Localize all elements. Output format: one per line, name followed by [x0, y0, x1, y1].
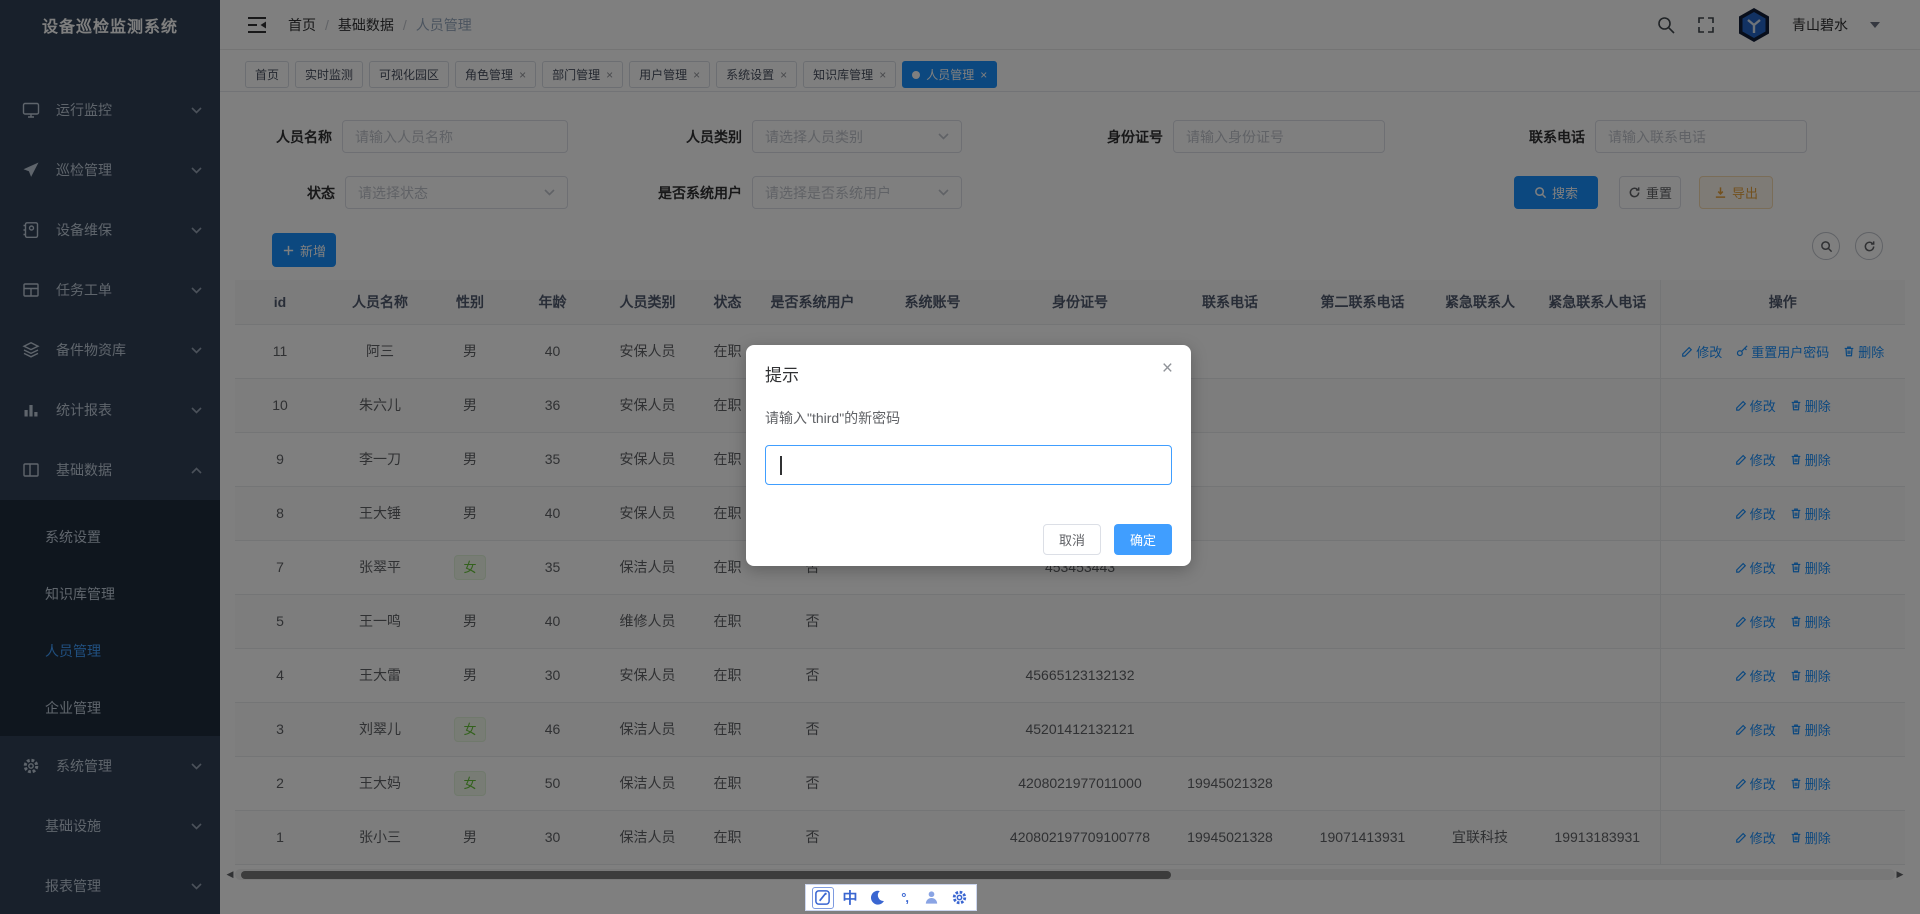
dialog-message: 请输入"third"的新密码 — [765, 408, 1172, 428]
chinese-mode-icon[interactable]: 中 — [839, 887, 861, 909]
ime-logo-icon[interactable] — [812, 887, 834, 909]
halfwidth-moon-icon[interactable] — [866, 887, 888, 909]
ime-settings-icon[interactable] — [948, 887, 970, 909]
dialog-close-icon[interactable]: × — [1162, 359, 1173, 378]
confirm-button[interactable]: 确定 — [1114, 524, 1172, 555]
cancel-button[interactable]: 取消 — [1043, 524, 1101, 555]
screen: 设备巡检监测系统 运行监控巡检管理设备维保任务工单备件物资库统计报表基础数据系统… — [0, 0, 1920, 914]
dialog-title: 提示 — [765, 361, 1172, 386]
user-mode-icon[interactable] — [921, 887, 943, 909]
text-cursor — [780, 456, 782, 475]
ime-toolbar: 中 °, — [805, 884, 977, 911]
reset-password-dialog: 提示 × 请输入"third"的新密码 取消 确定 — [746, 345, 1191, 566]
new-password-input[interactable] — [765, 445, 1172, 485]
dialog-buttons: 取消 确定 — [1043, 524, 1172, 555]
punctuation-icon[interactable]: °, — [894, 887, 916, 909]
